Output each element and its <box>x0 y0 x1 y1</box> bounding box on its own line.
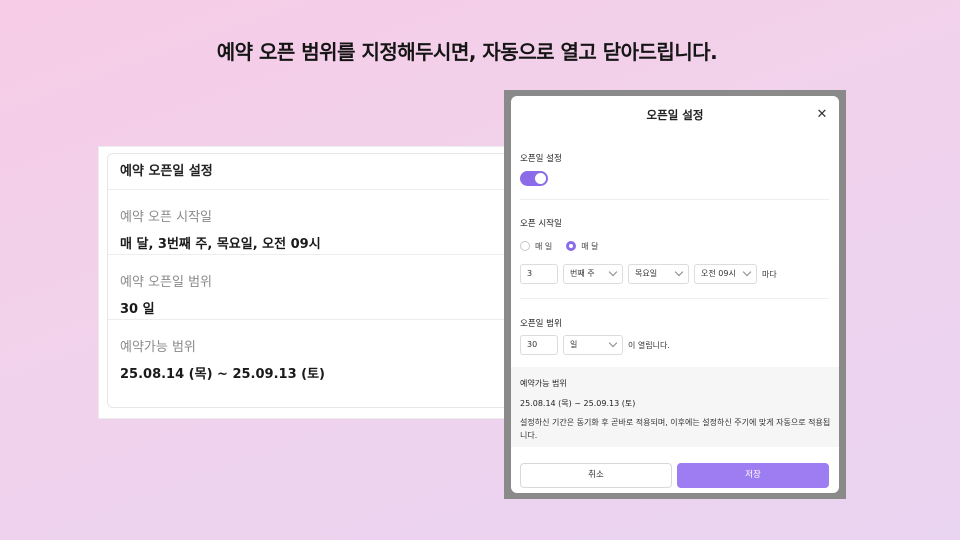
available-range-value: 25.08.14 (목) ~ 25.09.13 (토) <box>520 399 636 408</box>
open-setting-label: 오픈일 설정 <box>520 154 562 164</box>
week-number-input[interactable]: 3 <box>520 264 558 284</box>
available-range-title: 예약가능 범위 <box>520 379 567 388</box>
summary-section-start: 예약 오픈 시작일 매 달, 3번째 주, 목요일, 오전 09시 <box>108 190 510 255</box>
range-unit-value: 일 <box>570 340 578 349</box>
toggle-knob <box>535 173 546 184</box>
summary-section-available: 예약가능 범위 25.08.14 (목) ~ 25.09.13 (토) <box>108 320 510 385</box>
divider <box>520 199 829 200</box>
start-date-label: 오픈 시작일 <box>520 219 562 229</box>
range-label: 오픈일 범위 <box>520 319 562 329</box>
radio-monthly-label[interactable]: 매 달 <box>581 241 598 252</box>
chevron-down-icon <box>608 338 618 348</box>
open-setting-toggle[interactable] <box>520 171 548 186</box>
summary-section-range: 예약 오픈일 범위 30 일 <box>108 255 510 320</box>
summary-label: 예약가능 범위 <box>120 340 196 355</box>
summary-label: 예약 오픈 시작일 <box>120 210 212 225</box>
radio-daily-label[interactable]: 매 일 <box>535 241 552 252</box>
every-suffix: 마다 <box>762 270 777 279</box>
chevron-down-icon <box>742 267 752 277</box>
time-select-value: 오전 09시 <box>701 269 736 278</box>
summary-label: 예약 오픈일 범위 <box>120 275 212 290</box>
weekday-select[interactable]: 목요일 <box>628 264 689 284</box>
headline: 예약 오픈 범위를 지정해두시면, 자동으로 열고 닫아드립니다. <box>216 40 718 64</box>
range-unit-select[interactable]: 일 <box>563 335 623 355</box>
weekday-select-value: 목요일 <box>635 269 658 278</box>
save-button[interactable]: 저장 <box>677 463 829 488</box>
time-select[interactable]: 오전 09시 <box>694 264 757 284</box>
modal-overlay: 오픈일 설정 ✕ 오픈일 설정 오픈 시작일 매 일 매 달 3 번째 주 목요… <box>504 90 846 499</box>
summary-card: 예약 오픈일 설정 예약 오픈 시작일 매 달, 3번째 주, 목요일, 오전 … <box>107 153 511 408</box>
divider <box>520 298 829 299</box>
radio-monthly[interactable] <box>566 241 577 251</box>
summary-value: 25.08.14 (목) ~ 25.09.13 (토) <box>120 367 325 382</box>
summary-value: 매 달, 3번째 주, 목요일, 오전 09시 <box>120 237 321 252</box>
range-days-input[interactable]: 30 <box>520 335 558 355</box>
summary-value: 30 일 <box>120 302 155 317</box>
available-range-note: 설정하신 기간은 동기화 후 곧바로 적용되며, 이후에는 설정하신 주기에 맞… <box>520 418 831 440</box>
chevron-down-icon <box>608 267 618 277</box>
chevron-down-icon <box>674 267 684 277</box>
summary-card-title: 예약 오픈일 설정 <box>108 154 510 190</box>
summary-card-frame: 예약 오픈일 설정 예약 오픈 시작일 매 달, 3번째 주, 목요일, 오전 … <box>98 146 518 419</box>
open-date-modal: 오픈일 설정 ✕ 오픈일 설정 오픈 시작일 매 일 매 달 3 번째 주 목요… <box>511 96 839 493</box>
cancel-button[interactable]: 취소 <box>520 463 672 488</box>
modal-title: 오픈일 설정 <box>646 108 704 122</box>
available-range-box: 예약가능 범위 25.08.14 (목) ~ 25.09.13 (토) 설정하신… <box>511 367 839 447</box>
range-suffix: 이 열립니다. <box>628 341 670 350</box>
week-select-value: 번째 주 <box>570 269 595 278</box>
frequency-radio-group: 매 일 매 달 <box>520 239 613 253</box>
week-select[interactable]: 번째 주 <box>563 264 623 284</box>
radio-daily[interactable] <box>520 241 530 251</box>
close-icon[interactable]: ✕ <box>815 108 829 122</box>
